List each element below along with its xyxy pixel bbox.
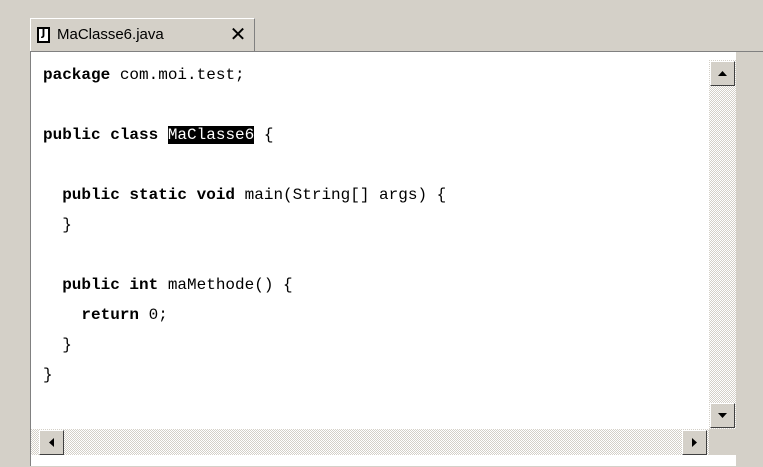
code-text[interactable]: package com.moi.test; public class MaCla… bbox=[43, 60, 446, 390]
arrow-up-icon bbox=[711, 62, 734, 85]
code-text-segment: { bbox=[254, 126, 274, 144]
tab-bar: J MaClasse6.java ✕ bbox=[30, 18, 763, 51]
code-text-segment: 0; bbox=[139, 306, 168, 324]
code-editor[interactable]: package com.moi.test; public class MaCla… bbox=[30, 51, 763, 467]
vertical-scrollbar[interactable] bbox=[709, 60, 736, 429]
code-text-segment: com.moi.test; bbox=[110, 66, 245, 84]
scrollbar-corner bbox=[709, 429, 736, 455]
arrow-left-icon bbox=[40, 431, 63, 454]
code-line: } bbox=[43, 366, 53, 384]
selected-text[interactable]: MaClasse6 bbox=[167, 126, 255, 144]
code-keyword: package bbox=[43, 66, 111, 84]
tab-maclasse6-java[interactable]: J MaClasse6.java ✕ bbox=[30, 18, 255, 51]
scroll-right-button[interactable] bbox=[682, 430, 707, 455]
close-icon[interactable]: ✕ bbox=[227, 23, 249, 45]
tab-label: MaClasse6.java bbox=[57, 26, 164, 43]
code-line: } bbox=[43, 336, 72, 354]
code-keyword: public static void bbox=[62, 186, 236, 204]
code-line: } bbox=[43, 216, 72, 234]
editor-border bbox=[736, 52, 763, 467]
arrow-right-icon bbox=[683, 431, 706, 454]
java-file-icon: J bbox=[37, 27, 50, 43]
code-keyword: public class bbox=[43, 126, 159, 144]
arrow-down-icon bbox=[711, 404, 734, 427]
code-keyword: public int bbox=[62, 276, 159, 294]
java-file-icon-letter: J bbox=[41, 28, 46, 39]
scroll-left-button[interactable] bbox=[39, 430, 64, 455]
code-text-segment: maMethode() { bbox=[158, 276, 293, 294]
scroll-up-button[interactable] bbox=[710, 61, 735, 86]
code-text-segment: main(String[] args) { bbox=[235, 186, 447, 204]
horizontal-scrollbar[interactable] bbox=[31, 429, 709, 455]
code-keyword: return bbox=[81, 306, 140, 324]
scroll-down-button[interactable] bbox=[710, 403, 735, 428]
editor-window: J MaClasse6.java ✕ package com.moi.test;… bbox=[0, 0, 763, 467]
